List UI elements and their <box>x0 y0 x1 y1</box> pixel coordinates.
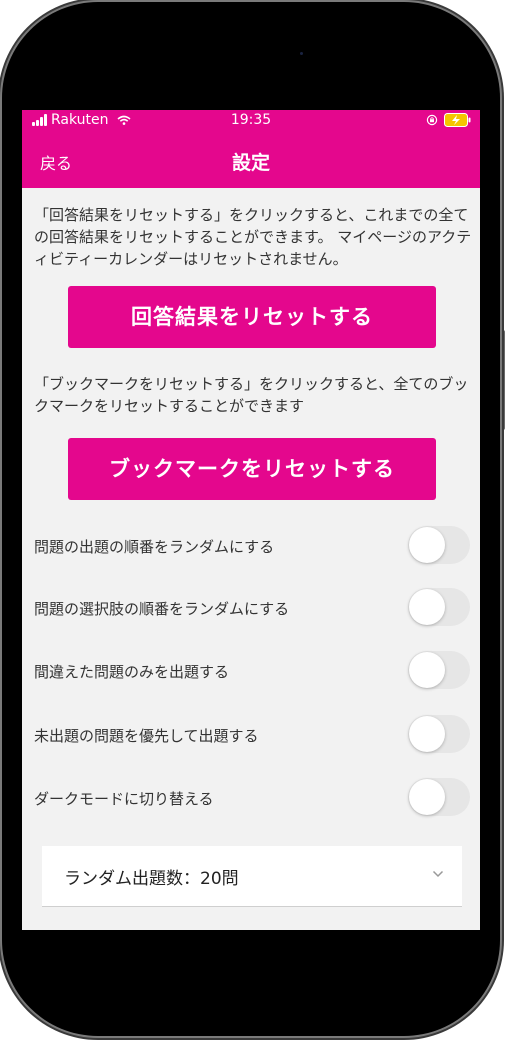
random-choices-toggle[interactable] <box>408 588 470 626</box>
setting-label: 問題の選択肢の順番をランダムにする <box>34 600 290 618</box>
random-count-value: ランダム出題数：20問 <box>64 869 239 889</box>
front-camera <box>300 52 303 55</box>
setting-row-unanswered-first: 未出題の問題を優先して出題する <box>22 715 480 755</box>
random-order-toggle[interactable] <box>408 526 470 564</box>
status-time: 19:35 <box>230 112 272 128</box>
toggle-knob <box>409 716 445 752</box>
chevron-down-icon <box>432 870 444 878</box>
dark-mode-toggle[interactable] <box>408 778 470 816</box>
setting-label: 未出題の問題を優先して出題する <box>34 727 259 745</box>
wrong-only-toggle[interactable] <box>408 651 470 689</box>
setting-label: ダークモードに切り替える <box>34 790 214 808</box>
navigation-bar: 戻る 設定 <box>22 132 480 188</box>
reset-bookmarks-button[interactable]: ブックマークをリセットする <box>68 438 436 500</box>
settings-content[interactable]: 「回答結果をリセットする」をクリックすると、これまでの全ての回答結果をリセットす… <box>22 188 480 930</box>
page-title: 設定 <box>231 152 270 174</box>
setting-row-dark-mode: ダークモードに切り替える <box>22 778 480 818</box>
setting-label: 問題の出題の順番をランダムにする <box>34 538 275 556</box>
rotation-lock-icon <box>426 114 438 126</box>
setting-label: 間違えた問題のみを出題する <box>34 663 230 681</box>
battery-charging-icon <box>444 113 471 127</box>
toggle-knob <box>409 779 445 815</box>
reset-bookmarks-description: 「ブックマークをリセットする」をクリックすると、全てのブックマークをリセットする… <box>34 375 469 415</box>
setting-row-random-choices: 問題の選択肢の順番をランダムにする <box>22 588 480 628</box>
app-screen: Rakuten 19:35 戻る 設定 「回答結果をリセットする」をクリックする… <box>22 110 480 930</box>
setting-row-random-order: 問題の出題の順番をランダムにする <box>22 526 480 566</box>
random-count-select[interactable]: ランダム出題数：20問 <box>42 846 462 907</box>
status-right <box>426 113 472 127</box>
toggle-knob <box>409 589 445 625</box>
status-bar: Rakuten 19:35 <box>22 110 480 132</box>
unanswered-first-toggle[interactable] <box>408 715 470 753</box>
setting-row-wrong-only: 間違えた問題のみを出題する <box>22 651 480 691</box>
reset-results-button[interactable]: 回答結果をリセットする <box>68 286 436 348</box>
toggle-knob <box>409 652 445 688</box>
reset-results-description: 「回答結果をリセットする」をクリックすると、これまでの全ての回答結果をリセットす… <box>34 206 472 268</box>
phone-side-button-power <box>501 330 505 430</box>
toggle-knob <box>409 527 445 563</box>
